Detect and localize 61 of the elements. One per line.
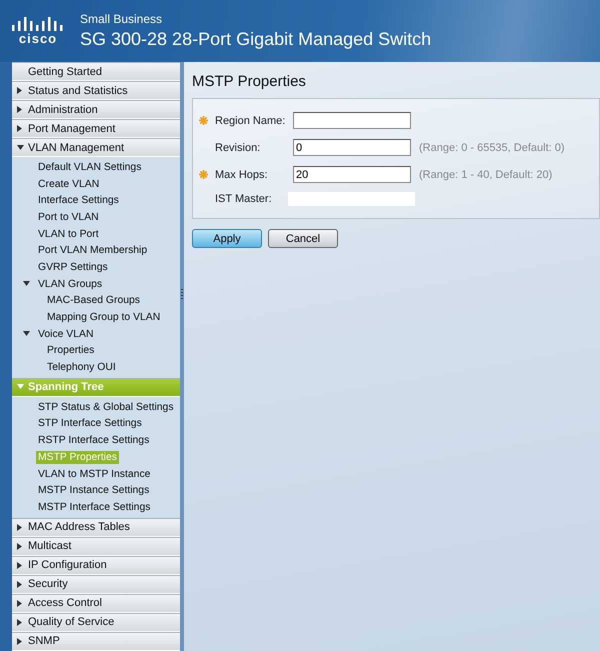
nav-item[interactable]: VLAN to Port xyxy=(36,228,101,241)
field-label: Region Name: xyxy=(215,114,286,126)
collapsed-arrow-icon xyxy=(17,87,23,94)
range-hint: (Range: 1 - 40, Default: 20) xyxy=(419,168,552,180)
apply-button[interactable]: Apply xyxy=(192,229,262,248)
field-label: IST Master: xyxy=(215,193,273,205)
input-field[interactable]: 20 xyxy=(293,166,411,183)
nav-item[interactable]: VLAN Groups xyxy=(36,278,104,291)
nav-item[interactable]: RSTP Interface Settings xyxy=(36,434,152,448)
collapsed-arrow-icon xyxy=(17,524,23,531)
nav-item[interactable]: STP Status & Global Settings xyxy=(36,400,176,414)
nav-section[interactable]: Administration xyxy=(12,100,180,119)
collapsed-arrow-icon xyxy=(17,618,23,626)
field-label: Max Hops: xyxy=(215,168,269,180)
field-label: Revision: xyxy=(215,142,262,154)
nav-section[interactable]: SNMP xyxy=(12,632,180,651)
page-title: MSTP Properties xyxy=(192,73,307,90)
nav-section[interactable]: Quality of Service xyxy=(12,612,180,632)
nav-section[interactable]: MAC Address Tables xyxy=(12,518,180,537)
nav-section[interactable]: Getting Started xyxy=(12,62,180,81)
collapsed-arrow-icon xyxy=(17,580,23,588)
splitter-handle[interactable] xyxy=(181,289,183,299)
expanded-arrow-icon xyxy=(16,384,24,390)
logo-wordmark: cisco xyxy=(18,32,58,46)
nav-section[interactable]: Port Management xyxy=(12,119,180,138)
nav-item[interactable]: Voice VLAN xyxy=(36,328,96,341)
nav-section[interactable]: Security xyxy=(12,574,180,594)
expanded-arrow-icon xyxy=(23,331,30,338)
expanded-arrow-icon xyxy=(16,144,24,150)
collapsed-arrow-icon xyxy=(17,600,23,607)
collapsed-arrow-icon xyxy=(17,562,23,569)
nav-item[interactable]: Port VLAN Membership xyxy=(36,244,150,258)
nav-item[interactable]: Create VLAN xyxy=(36,178,102,191)
expanded-arrow-icon xyxy=(23,281,30,288)
collapsed-arrow-icon xyxy=(17,542,23,550)
collapsed-arrow-icon xyxy=(17,125,23,132)
nav-item[interactable]: Interface Settings xyxy=(36,194,121,208)
nav-item[interactable]: Properties xyxy=(45,344,96,358)
nav-item[interactable]: Port to VLAN xyxy=(36,210,101,224)
collapsed-arrow-icon xyxy=(17,638,23,645)
range-hint: (Range: 0 - 65535, Default: 0) xyxy=(419,142,565,154)
nav-section[interactable]: VLAN Management xyxy=(12,138,180,157)
nav-item[interactable]: MSTP Instance Settings xyxy=(36,484,152,498)
nav-section[interactable]: Access Control xyxy=(12,594,180,613)
nav-item[interactable]: GVRP Settings xyxy=(36,260,110,274)
nav-item[interactable]: MAC-Based Groups xyxy=(45,294,142,308)
nav-item[interactable]: VLAN to MSTP Instance xyxy=(36,468,152,481)
cancel-button[interactable]: Cancel xyxy=(268,229,338,248)
nav-section[interactable]: Status and Statistics xyxy=(12,81,180,100)
input-field[interactable]: 0 xyxy=(293,139,411,156)
product-title: SG 300-28 28-Port Gigabit Managed Switch xyxy=(80,29,432,50)
nav-section[interactable]: Multicast xyxy=(12,536,180,556)
nav-section[interactable]: IP Configuration xyxy=(12,556,180,575)
nav-item[interactable]: Telephony OUI xyxy=(45,361,118,374)
brand-label: Small Business xyxy=(80,12,164,26)
input-field[interactable] xyxy=(293,112,411,129)
nav-item[interactable]: MSTP Interface Settings xyxy=(36,500,152,514)
nav-item[interactable]: Default VLAN Settings xyxy=(36,160,144,174)
collapsed-arrow-icon xyxy=(17,106,23,113)
nav-item[interactable]: Mapping Group to VLAN xyxy=(45,311,162,324)
nav-item[interactable]: STP Interface Settings xyxy=(36,417,144,430)
